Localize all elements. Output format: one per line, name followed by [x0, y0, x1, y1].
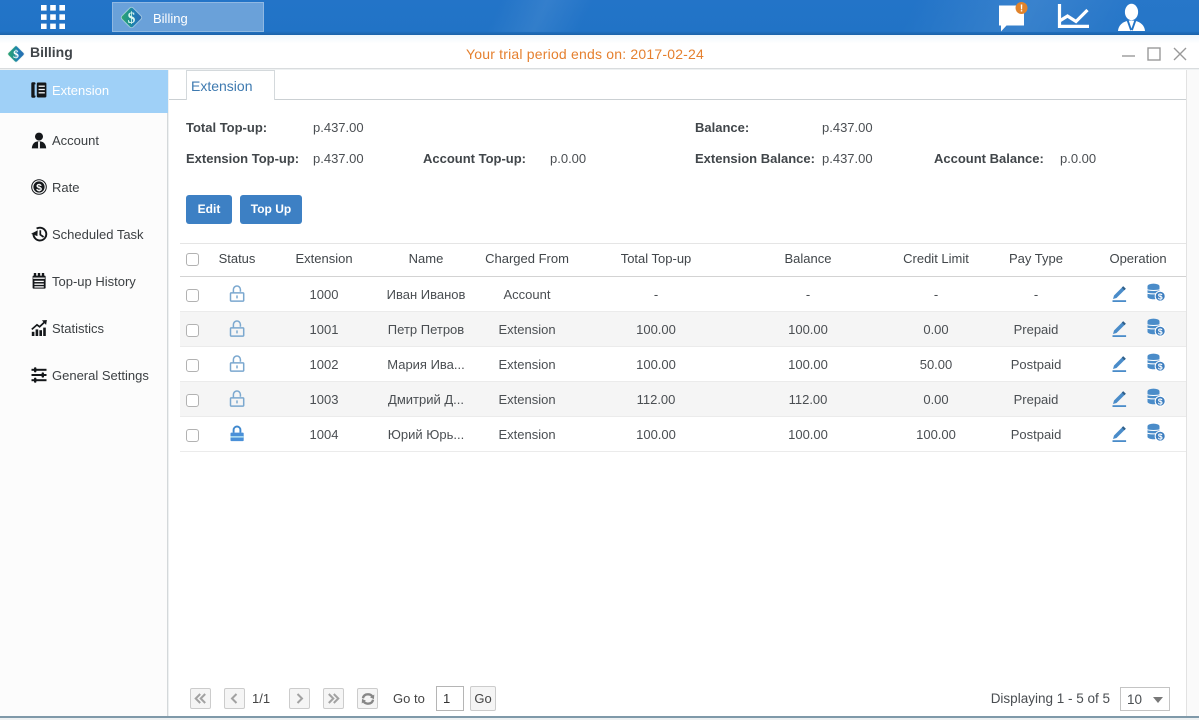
svg-text:$: $ — [1158, 361, 1163, 371]
svg-text:$: $ — [1158, 431, 1163, 441]
svg-text:$: $ — [1158, 396, 1163, 406]
svg-text:!: ! — [1020, 4, 1023, 15]
svg-text:$: $ — [36, 182, 42, 194]
svg-text:$: $ — [128, 10, 136, 27]
svg-text:$: $ — [1158, 326, 1163, 336]
svg-text:$: $ — [1158, 291, 1163, 301]
